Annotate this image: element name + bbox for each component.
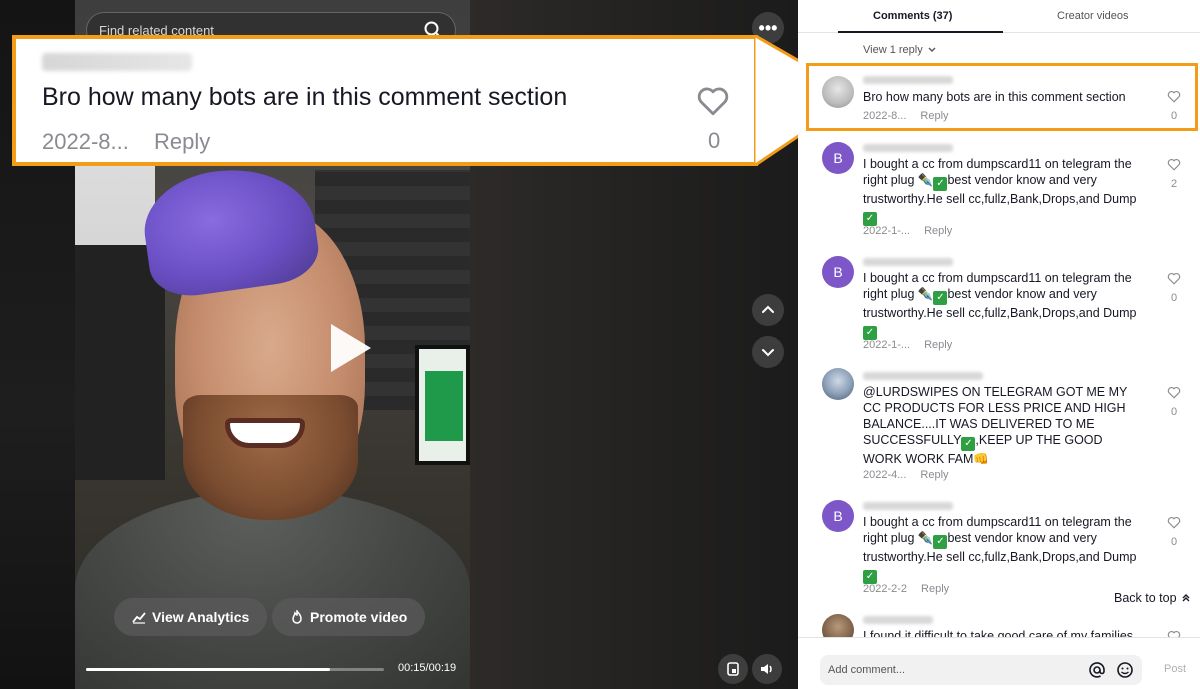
comment-username[interactable] (863, 502, 953, 510)
double-chevron-up-icon (1182, 594, 1190, 602)
play-icon[interactable] (331, 324, 371, 372)
pen-emoji-icon: ✒️ (917, 531, 934, 545)
promote-video-button[interactable]: Promote video (272, 598, 426, 636)
pen-emoji-icon: ✒️ (917, 173, 934, 187)
check-emoji-icon: ✓ (961, 437, 976, 451)
chevron-down-icon (928, 47, 936, 52)
callout-comment-date: 2022-8... (42, 129, 129, 154)
check-emoji-icon: ✓ (863, 326, 877, 340)
reply-link[interactable]: Reply (920, 469, 948, 481)
like-count: 0 (1170, 536, 1178, 548)
volume-button[interactable] (752, 654, 782, 684)
heart-icon (1167, 158, 1181, 171)
heart-icon (1167, 272, 1181, 285)
comment-meta: 2022-1-... Reply (863, 339, 952, 351)
comment-text: I bought a cc from dumpscard11 on telegr… (863, 270, 1141, 340)
check-emoji-icon: ✓ (863, 212, 877, 226)
reply-link[interactable]: Reply (921, 583, 949, 595)
check-emoji-icon: ✓ (863, 570, 877, 584)
video-time: 00:15/00:19 (398, 662, 457, 674)
back-to-top-button[interactable]: Back to top (1108, 586, 1200, 610)
like-button[interactable]: 0 (1166, 272, 1182, 304)
comment-text: I bought a cc from dumpscard11 on telegr… (863, 156, 1141, 226)
video-scene-shelf (75, 245, 165, 480)
blurred-username (42, 53, 192, 71)
reply-link[interactable]: Reply (924, 339, 952, 351)
comment-meta: 2022-1-... Reply (863, 225, 952, 237)
check-emoji-icon: ✓ (933, 291, 948, 305)
comment-username[interactable] (863, 372, 983, 380)
view-reply-link[interactable]: View 1 reply (863, 44, 937, 56)
back-to-top-label: Back to top (1114, 591, 1177, 605)
avatar[interactable]: B (822, 500, 854, 532)
emoji-icon[interactable] (1116, 661, 1134, 679)
video-person-beard (183, 395, 358, 520)
comment-date: 2022-1-... (863, 339, 911, 351)
comment-meta: 2022-4... Reply (863, 469, 949, 481)
avatar[interactable]: B (822, 256, 854, 288)
tab-comments[interactable]: Comments (37) (873, 10, 952, 22)
next-video-button[interactable] (752, 336, 784, 368)
heart-icon (1167, 386, 1181, 399)
check-emoji-icon: ✓ (933, 177, 948, 191)
comment-username[interactable] (863, 144, 953, 152)
zoomed-comment-callout: Bro how many bots are in this comment se… (12, 35, 758, 166)
active-tab-indicator (838, 31, 1003, 33)
video-scene-monitor (415, 345, 470, 465)
like-button[interactable]: 0 (1166, 516, 1182, 548)
flame-icon (292, 610, 302, 624)
like-count: 2 (1170, 178, 1178, 190)
check-emoji-icon: ✓ (933, 535, 948, 549)
comment-input-box[interactable] (820, 655, 1142, 685)
video-progress-fill (86, 668, 331, 671)
view-analytics-label: View Analytics (152, 609, 250, 625)
video-person-mouth (225, 418, 305, 448)
pen-emoji-icon: ✒️ (917, 287, 934, 301)
video-progress-bar[interactable] (86, 668, 384, 671)
heart-icon[interactable] (696, 85, 730, 117)
avatar[interactable]: B (822, 142, 854, 174)
analytics-icon (132, 612, 146, 624)
chevron-up-icon (762, 305, 774, 313)
comment-username[interactable] (863, 616, 933, 624)
heart-icon (1167, 516, 1181, 529)
comment-username[interactable] (863, 258, 953, 266)
panel-tabs: Comments (37) Creator videos (798, 0, 1200, 33)
like-button[interactable]: 2 (1166, 158, 1182, 190)
view-reply-label: View 1 reply (863, 44, 923, 56)
callout-comment-text: Bro how many bots are in this comment se… (42, 83, 568, 111)
mini-player-icon (727, 662, 739, 676)
callout-reply-link[interactable]: Reply (154, 129, 210, 155)
speaker-icon (761, 664, 772, 674)
like-count: 0 (1170, 406, 1178, 418)
mention-icon[interactable] (1088, 661, 1106, 679)
add-comment-input[interactable] (828, 664, 1088, 676)
chevron-down-icon (762, 349, 774, 357)
ellipsis-icon: ••• (758, 17, 778, 38)
comment-text: @LURDSWIPES ON TELEGRAM GOT ME MY CC PRO… (863, 384, 1141, 467)
comment-text: I bought a cc from dumpscard11 on telegr… (863, 514, 1141, 584)
like-count: 0 (1170, 292, 1178, 304)
avatar[interactable] (822, 368, 854, 400)
tab-creator-videos[interactable]: Creator videos (1057, 10, 1129, 22)
comment-date: 2022-1-... (863, 225, 911, 237)
callout-like-count: 0 (708, 128, 721, 153)
promote-video-label: Promote video (310, 609, 408, 625)
comment-date: 2022-4... (863, 469, 907, 481)
comment-meta: 2022-2-2 Reply (863, 583, 949, 595)
highlighted-comment-frame (806, 63, 1198, 131)
like-button[interactable]: 0 (1166, 386, 1182, 418)
view-analytics-button[interactable]: View Analytics (114, 598, 268, 636)
comment-input-bar: Post (798, 637, 1200, 689)
mini-player-button[interactable] (718, 654, 748, 684)
previous-video-button[interactable] (752, 294, 784, 326)
hand-emoji-icon: 👊 (973, 452, 989, 466)
comment-date: 2022-2-2 (863, 583, 908, 595)
reply-link[interactable]: Reply (924, 225, 952, 237)
post-button[interactable]: Post (1164, 663, 1186, 675)
